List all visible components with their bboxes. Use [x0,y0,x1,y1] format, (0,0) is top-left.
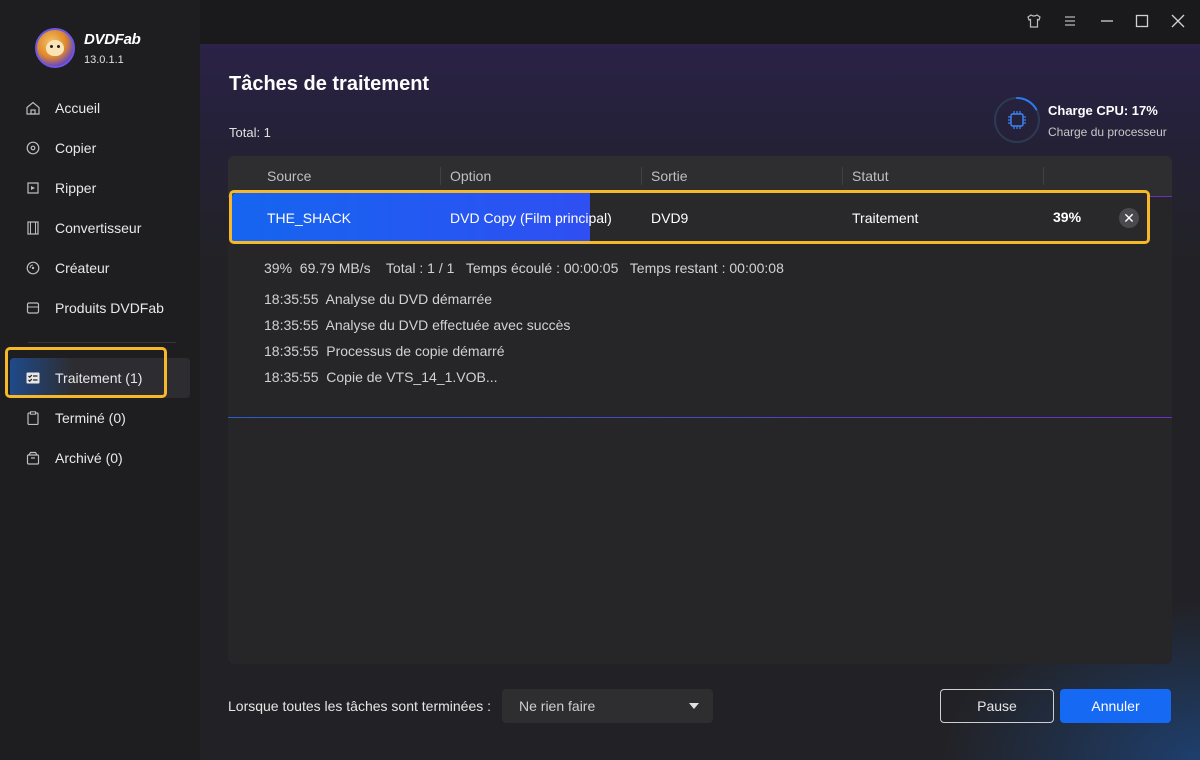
menu-icon[interactable] [1061,12,1079,30]
close-icon[interactable] [1169,12,1187,30]
maximize-icon[interactable] [1133,12,1151,30]
completion-action-label: Lorsque toutes les tâches sont terminées… [228,698,492,714]
total-count: Total: 1 [229,125,271,140]
sidebar-item-label: Copier [55,140,97,156]
box-icon [26,301,40,315]
home-icon [26,101,40,115]
remove-task-button[interactable]: ✕ [1119,208,1139,228]
title-bar [200,0,1200,44]
sidebar-item-done[interactable]: Terminé (0) [10,398,190,438]
sidebar-item-label: Terminé (0) [55,410,126,426]
sidebar-item-label: Produits DVDFab [55,300,164,316]
select-value: Ne rien faire [519,698,596,714]
chevron-down-icon [689,703,699,709]
task-output: DVD9 [651,210,689,226]
sidebar-item-converter[interactable]: Convertisseur [10,208,190,248]
sidebar-item-creator[interactable]: Créateur [10,248,190,288]
column-header-status: Statut [852,168,889,184]
ripper-icon [26,181,40,195]
clipboard-icon [26,411,40,426]
archive-icon [26,451,40,465]
task-option: DVD Copy (Film principal) [450,210,612,226]
table-header: Source Option Sortie Statut [228,156,1172,196]
column-header-option: Option [450,168,492,184]
column-header-source: Source [267,168,312,184]
log-line: 18:35:55 Analyse du DVD effectuée avec s… [264,317,571,333]
log-line: 18:35:55 Analyse du DVD démarrée [264,291,493,307]
sidebar-item-label: Traitement (1) [55,370,143,386]
copy-icon [26,141,40,155]
completion-action-select[interactable]: Ne rien faire [502,689,713,723]
sidebar-item-processing[interactable]: Traitement (1) [10,358,190,398]
shirt-icon[interactable] [1025,12,1043,30]
sidebar-item-label: Créateur [55,260,110,276]
sidebar-item-label: Accueil [55,100,101,116]
brand-name: DVDFab [84,30,141,48]
sidebar-item-products[interactable]: Produits DVDFab [10,288,190,328]
task-status: Traitement [852,210,919,226]
cpu-load-sublabel: Charge du processeur [1048,125,1167,139]
disc-icon [26,261,40,275]
main-panel: Tâches de traitement Total: 1 Charge CPU… [200,0,1200,760]
minimize-icon[interactable] [1098,12,1116,30]
cpu-ring-icon [994,97,1040,143]
task-list-icon [26,371,40,385]
page-title: Tâches de traitement [229,73,430,95]
sidebar-item-label: Archivé (0) [55,450,123,466]
task-source: THE_SHACK [267,210,352,226]
sidebar-item-archived[interactable]: Archivé (0) [10,438,190,478]
sidebar-item-label: Ripper [55,180,97,196]
column-header-output: Sortie [651,168,688,184]
close-icon: ✕ [1123,210,1135,226]
app-logo: DVDFab 13.0.1.1 [35,28,141,68]
cpu-load-widget: Charge CPU: 17% Charge du processeur [993,96,1193,146]
pause-button[interactable]: Pause [940,689,1054,723]
sidebar: DVDFab 13.0.1.1 Accueil Copier Ripper Co… [0,0,200,760]
sidebar-divider [28,342,176,343]
cpu-load-label: Charge CPU: 17% [1048,103,1158,118]
task-table: Source Option Sortie Statut THE_SHACK DV… [228,156,1172,664]
log-line: 18:35:55 Copie de VTS_14_1.VOB... [264,369,498,385]
film-icon [26,221,40,235]
log-line: 18:35:55 Processus de copie démarré [264,343,505,359]
task-stats: 39% 69.79 MB/s Total : 1 / 1 Temps écoul… [264,260,784,276]
sidebar-item-home[interactable]: Accueil [10,88,190,128]
task-percent: 39% [1053,209,1082,225]
task-row[interactable]: THE_SHACK DVD Copy (Film principal) DVD9… [232,193,1150,243]
cancel-button[interactable]: Annuler [1060,689,1171,723]
app-version: 13.0.1.1 [84,53,124,66]
sidebar-item-copy[interactable]: Copier [10,128,190,168]
sidebar-item-ripper[interactable]: Ripper [10,168,190,208]
sidebar-item-label: Convertisseur [55,220,142,236]
monkey-logo-icon [35,28,75,68]
